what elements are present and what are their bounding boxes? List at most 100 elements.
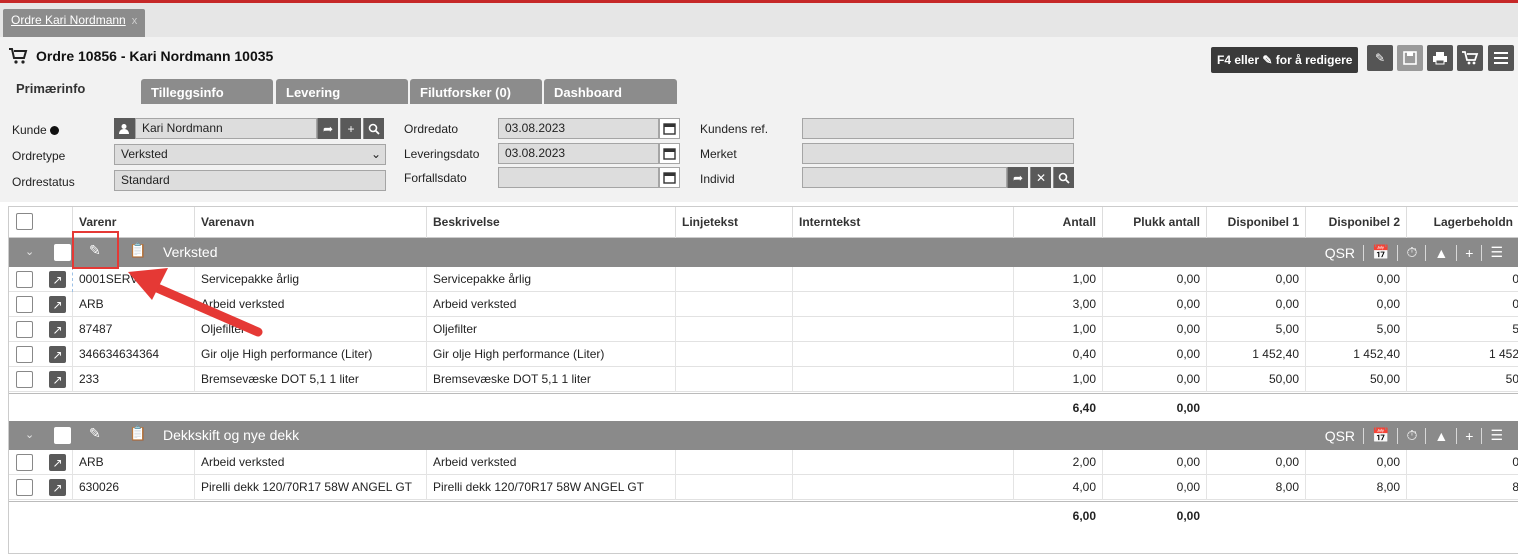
stopwatch-icon[interactable]: ⏱ <box>1406 427 1417 444</box>
row-checkbox[interactable] <box>16 271 33 288</box>
cell-interntekst[interactable] <box>792 450 1013 475</box>
col-interntekst[interactable]: Interntekst <box>792 207 1013 238</box>
col-antall[interactable]: Antall <box>1013 207 1102 238</box>
table-row[interactable]: ↗ 87487 Oljefilter Oljefilter 1,00 0,00 … <box>9 317 1518 342</box>
cell-linjetekst[interactable] <box>675 292 792 317</box>
cell-varenr[interactable]: 0001SERV <box>72 267 194 292</box>
goto-individ-button[interactable]: ➦ <box>1007 167 1028 188</box>
cell-varenr[interactable]: 87487 <box>72 317 194 342</box>
cell-antall[interactable]: 2,00 <box>1013 450 1102 475</box>
col-linjetekst[interactable]: Linjetekst <box>675 207 792 238</box>
cell-interntekst[interactable] <box>792 267 1013 292</box>
merket-field[interactable] <box>802 143 1074 164</box>
col-disponibel-1[interactable]: Disponibel 1 <box>1206 207 1305 238</box>
calendar-button-forfallsdato[interactable] <box>659 167 680 188</box>
cell-plukk[interactable]: 0,00 <box>1102 450 1206 475</box>
open-line-icon[interactable]: ↗ <box>49 479 66 496</box>
cell-beskrivelse[interactable]: Oljefilter <box>426 317 675 342</box>
table-row[interactable]: ↗ 0001SERV Servicepakke årlig Servicepak… <box>9 267 1518 292</box>
pencil-icon[interactable]: ✎ <box>89 425 101 442</box>
col-varenavn[interactable]: Varenavn <box>194 207 426 238</box>
open-line-icon[interactable]: ↗ <box>49 371 66 388</box>
clipboard-check-icon[interactable]: 📋 <box>129 242 146 259</box>
table-row[interactable]: ↗ 346634634364 Gir olje High performance… <box>9 342 1518 367</box>
cell-plukk[interactable]: 0,00 <box>1102 475 1206 500</box>
stopwatch-icon[interactable]: ⏱ <box>1406 244 1417 261</box>
document-tab-title[interactable]: Ordre Kari Nordmann <box>11 13 126 27</box>
cart-settings-button[interactable] <box>1457 45 1483 71</box>
shapes-icon[interactable]: ▲ <box>1434 245 1448 261</box>
forfallsdato-field[interactable] <box>498 167 659 188</box>
cell-plukk[interactable]: 0,00 <box>1102 267 1206 292</box>
calendar-button-ordredato[interactable] <box>659 118 680 139</box>
cell-linjetekst[interactable] <box>675 342 792 367</box>
print-button[interactable] <box>1427 45 1453 71</box>
cell-varenr[interactable]: 346634634364 <box>72 342 194 367</box>
tab-filutforsker[interactable]: Filutforsker (0) <box>410 79 542 104</box>
open-line-icon[interactable]: ↗ <box>49 346 66 363</box>
open-line-icon[interactable]: ↗ <box>49 271 66 288</box>
ordredato-field[interactable]: 03.08.2023 <box>498 118 659 139</box>
save-button[interactable] <box>1397 45 1423 71</box>
clear-individ-button[interactable]: ✕ <box>1030 167 1051 188</box>
select-all-checkbox[interactable] <box>16 213 33 230</box>
individ-field[interactable] <box>802 167 1007 188</box>
table-row[interactable]: ↗ 233 Bremsevæske DOT 5,1 1 liter Bremse… <box>9 367 1518 392</box>
cell-beskrivelse[interactable]: Servicepakke årlig <box>426 267 675 292</box>
cell-varenr[interactable]: ARB <box>72 450 194 475</box>
cell-linjetekst[interactable] <box>675 450 792 475</box>
cell-beskrivelse[interactable]: Pirelli dekk 120/70R17 58W ANGEL GT <box>426 475 675 500</box>
cell-linjetekst[interactable] <box>675 267 792 292</box>
table-row[interactable]: ↗ ARB Arbeid verksted Arbeid verksted 2,… <box>9 450 1518 475</box>
open-line-icon[interactable]: ↗ <box>49 454 66 471</box>
cell-interntekst[interactable] <box>792 367 1013 392</box>
group-checkbox[interactable] <box>54 427 71 444</box>
row-checkbox[interactable] <box>16 454 33 471</box>
hamburger-icon[interactable]: ☰ <box>1490 244 1503 261</box>
close-tab-icon[interactable]: x <box>132 15 138 27</box>
cell-plukk[interactable]: 0,00 <box>1102 342 1206 367</box>
cell-beskrivelse[interactable]: Gir olje High performance (Liter) <box>426 342 675 367</box>
tab-tilleggsinfo[interactable]: Tilleggsinfo <box>141 79 273 104</box>
row-checkbox[interactable] <box>16 296 33 313</box>
goto-customer-button[interactable]: ➦ <box>317 118 338 139</box>
col-disponibel-2[interactable]: Disponibel 2 <box>1305 207 1406 238</box>
cell-beskrivelse[interactable]: Arbeid verksted <box>426 450 675 475</box>
chevron-down-icon[interactable]: ⌄ <box>25 428 34 441</box>
clipboard-check-icon[interactable]: 📋 <box>129 425 146 442</box>
cell-varenr[interactable]: 630026 <box>72 475 194 500</box>
group-checkbox[interactable] <box>54 244 71 261</box>
qsr-button[interactable]: QSR <box>1325 428 1355 444</box>
customer-field[interactable]: Kari Nordmann <box>135 118 317 139</box>
cell-beskrivelse[interactable]: Bremsevæske DOT 5,1 1 liter <box>426 367 675 392</box>
cell-antall[interactable]: 1,00 <box>1013 267 1102 292</box>
menu-button[interactable] <box>1488 45 1514 71</box>
cell-antall[interactable]: 3,00 <box>1013 292 1102 317</box>
cell-linjetekst[interactable] <box>675 317 792 342</box>
calendar-add-icon[interactable]: 📅 <box>1372 427 1389 444</box>
search-individ-button[interactable] <box>1053 167 1074 188</box>
cell-plukk[interactable]: 0,00 <box>1102 292 1206 317</box>
calendar-button-leveringsdato[interactable] <box>659 143 680 164</box>
search-customer-button[interactable] <box>363 118 384 139</box>
qsr-button[interactable]: QSR <box>1325 245 1355 261</box>
cell-interntekst[interactable] <box>792 292 1013 317</box>
tab-primaerinfo[interactable]: Primærinfo <box>6 75 136 107</box>
cell-antall[interactable]: 4,00 <box>1013 475 1102 500</box>
cell-antall[interactable]: 0,40 <box>1013 342 1102 367</box>
cell-varenr[interactable]: ARB <box>72 292 194 317</box>
col-lagerbeholdning[interactable]: Lagerbeholdn <box>1406 207 1518 238</box>
col-plukk-antall[interactable]: Plukk antall <box>1102 207 1206 238</box>
cell-varenavn[interactable]: Pirelli dekk 120/70R17 58W ANGEL GT <box>194 475 426 500</box>
ordretype-select[interactable]: Verksted ⌄ <box>114 144 386 165</box>
edit-button[interactable]: ✎ <box>1367 45 1393 71</box>
row-checkbox[interactable] <box>16 321 33 338</box>
plus-icon[interactable]: + <box>1465 428 1473 444</box>
cell-linjetekst[interactable] <box>675 475 792 500</box>
cell-linjetekst[interactable] <box>675 367 792 392</box>
cell-varenavn[interactable]: Arbeid verksted <box>194 292 426 317</box>
cell-interntekst[interactable] <box>792 475 1013 500</box>
cell-antall[interactable]: 1,00 <box>1013 317 1102 342</box>
cell-plukk[interactable]: 0,00 <box>1102 367 1206 392</box>
cell-plukk[interactable]: 0,00 <box>1102 317 1206 342</box>
